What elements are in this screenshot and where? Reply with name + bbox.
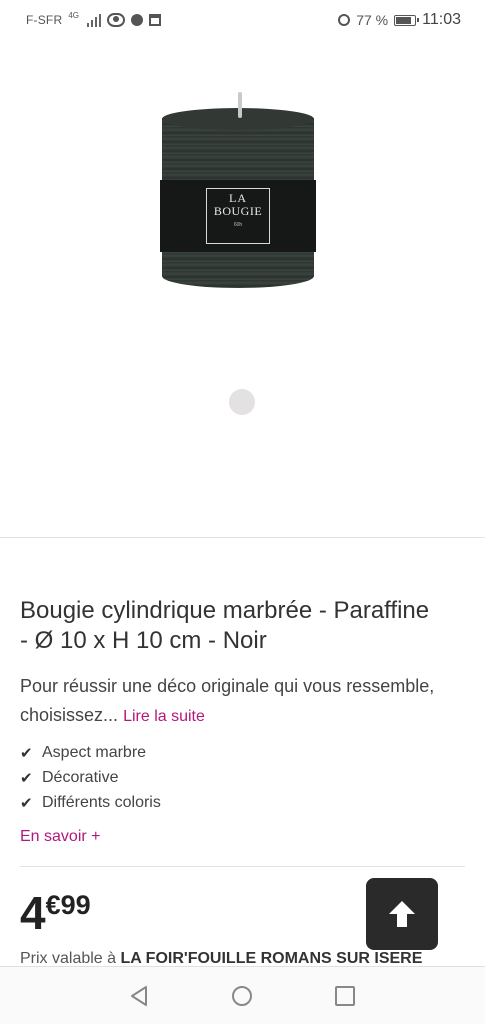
arrow-up-icon [389, 901, 415, 927]
circle-home-icon[interactable] [230, 984, 254, 1008]
brand-line2: BOUGIE [213, 204, 263, 218]
product-price: 4 €99 [20, 886, 91, 940]
price-integer: 4 [20, 887, 46, 939]
eye-icon [107, 13, 125, 27]
candle-wick [238, 92, 242, 118]
carrier-name: F-SFR [26, 13, 63, 27]
divider [0, 537, 485, 538]
divider [20, 866, 465, 867]
feature-item: ✔ Décorative [20, 765, 161, 790]
store-name[interactable]: LA FOIR'FOUILLE ROMANS SUR ISERE [121, 950, 423, 967]
product-title: Bougie cylindrique marbrée - Paraffine -… [20, 597, 430, 654]
alarm-icon [338, 14, 351, 26]
candle-illustration: LA BOUGIE 60h [160, 92, 320, 302]
brand-logo: LA BOUGIE 60h [206, 188, 270, 244]
product-image[interactable]: LA BOUGIE 60h [0, 40, 485, 380]
navigation-bar [0, 966, 485, 1024]
calendar-icon [149, 14, 161, 26]
candle-label: LA BOUGIE 60h [160, 180, 316, 252]
vpn-icon [131, 14, 143, 26]
network-type: 4G [68, 10, 79, 20]
screen: F-SFR 4G 77 % 11:03 LA BOUGIE 60h Bougie… [0, 0, 485, 1024]
label-burn-time: 60h [233, 222, 243, 228]
learn-more-link[interactable]: En savoir + [20, 828, 100, 846]
signal-icon [87, 13, 101, 27]
read-more-link[interactable]: Lire la suite [123, 708, 205, 725]
status-bar: F-SFR 4G 77 % 11:03 [0, 0, 485, 40]
back-to-top-button[interactable] [366, 878, 438, 950]
feature-label: Aspect marbre [42, 743, 147, 761]
validity-prefix: Prix valable à [20, 950, 117, 967]
product-description: Pour réussir une déco originale qui vous… [20, 672, 450, 731]
feature-label: Décorative [42, 768, 119, 786]
feature-item: ✔ Différents coloris [20, 790, 161, 815]
battery-percent: 77 % [356, 12, 389, 28]
carousel-indicator-dot[interactable] [229, 389, 255, 415]
battery-icon [394, 14, 420, 26]
description-text: Pour réussir une déco originale qui vous… [20, 676, 435, 725]
triangle-back-icon[interactable] [127, 984, 151, 1008]
checkmark-icon: ✔ [20, 744, 33, 762]
feature-label: Différents coloris [42, 793, 161, 811]
checkmark-icon: ✔ [20, 794, 33, 812]
checkmark-icon: ✔ [20, 769, 33, 787]
status-bar-right: 77 % 11:03 [338, 11, 461, 29]
square-recents-icon[interactable] [333, 984, 357, 1008]
feature-item: ✔ Aspect marbre [20, 740, 161, 765]
price-cents: €99 [45, 890, 91, 920]
status-bar-left: F-SFR 4G [26, 10, 161, 27]
feature-list: ✔ Aspect marbre ✔ Décorative ✔ Différent… [20, 740, 161, 815]
clock: 11:03 [422, 11, 461, 28]
